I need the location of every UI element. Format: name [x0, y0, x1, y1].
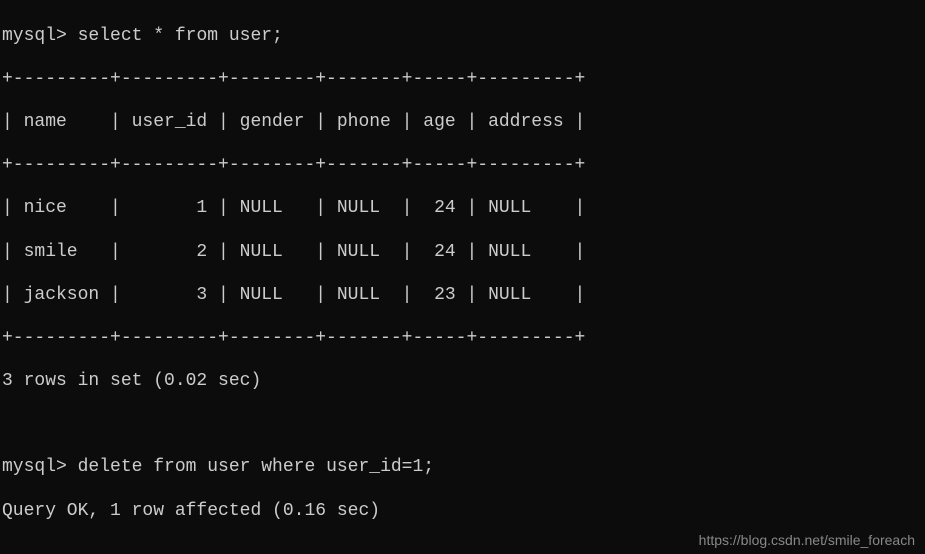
- rows-status-1: 3 rows in set (0.02 sec): [2, 371, 923, 393]
- table-border-bottom-1: +---------+---------+--------+-------+--…: [2, 328, 923, 350]
- terminal-output: mysql> select * from user; +---------+--…: [0, 0, 925, 554]
- table-row: | jackson | 3 | NULL | NULL | 23 | NULL …: [2, 285, 923, 307]
- table-border-mid-1: +---------+---------+--------+-------+--…: [2, 155, 923, 177]
- mysql-prompt: mysql>: [2, 457, 67, 477]
- table-row: | nice | 1 | NULL | NULL | 24 | NULL |: [2, 198, 923, 220]
- table-row: | smile | 2 | NULL | NULL | 24 | NULL |: [2, 242, 923, 264]
- command-line-2: mysql> delete from user where user_id=1;: [2, 457, 923, 479]
- blank-line: [2, 414, 923, 436]
- command-line-1: mysql> select * from user;: [2, 26, 923, 48]
- table-border-top-1: +---------+---------+--------+-------+--…: [2, 69, 923, 91]
- delete-status: Query OK, 1 row affected (0.16 sec): [2, 501, 923, 523]
- watermark-url: https://blog.csdn.net/smile_foreach: [699, 532, 915, 548]
- sql-command-select: select * from user;: [78, 26, 283, 46]
- mysql-prompt: mysql>: [2, 26, 67, 46]
- sql-command-delete: delete from user where user_id=1;: [78, 457, 434, 477]
- table-header-1: | name | user_id | gender | phone | age …: [2, 112, 923, 134]
